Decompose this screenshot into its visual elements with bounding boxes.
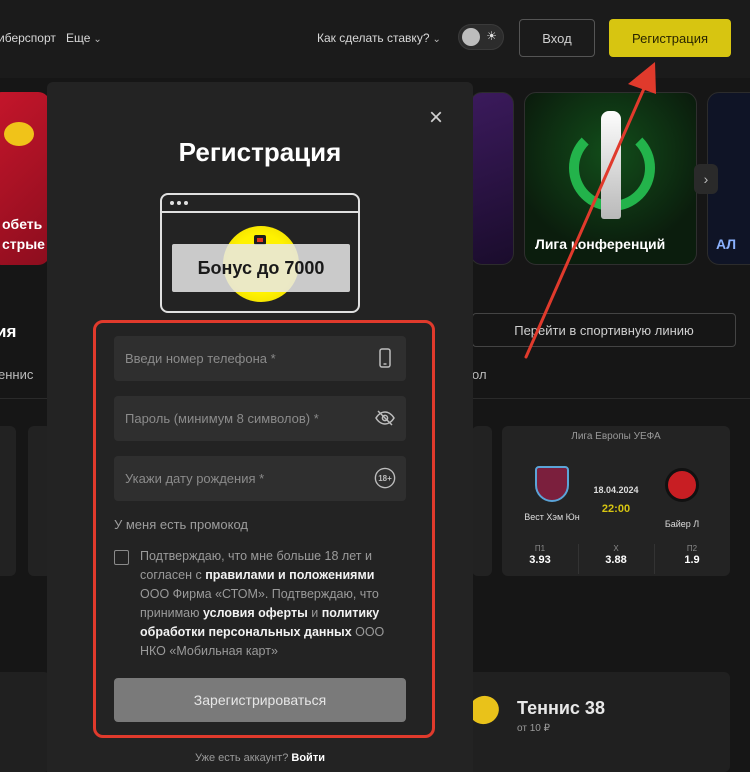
nav-how-to-bet[interactable]: Как сделать ставку? ⌄	[317, 31, 441, 45]
eye-off-icon[interactable]	[374, 407, 396, 429]
promo-red-text: обеть стрые	[2, 216, 45, 252]
match-date: 18.04.2024	[593, 485, 639, 495]
west-ham-crest-icon	[535, 466, 569, 502]
nav-how-to-bet-label: Как сделать ставку?	[317, 31, 430, 45]
sport-tab-tennis[interactable]: еннис	[0, 367, 33, 382]
nav-more-label: Еще	[66, 31, 91, 45]
sport-tab-football[interactable]: ол	[472, 367, 487, 382]
odds-value: 1.9	[684, 554, 700, 566]
sport-line-button[interactable]: Перейти в спортивную линию	[472, 313, 736, 347]
login-prompt: Уже есть аккаунт? Войти	[47, 752, 473, 764]
phone-input[interactable]	[114, 336, 364, 381]
sun-icon: ☀	[486, 29, 497, 43]
section-heading: ия	[0, 322, 17, 341]
offer-terms-link[interactable]: условия оферты	[203, 606, 308, 620]
theme-toggle[interactable]: ☀	[458, 24, 504, 50]
close-icon[interactable]: ×	[425, 106, 447, 130]
register-submit-button[interactable]: Зарегистрироваться	[114, 678, 406, 722]
promo-card-purple[interactable]	[470, 92, 514, 265]
bonus-illustration: Бонус до 7000	[160, 193, 360, 313]
promo-banner[interactable]	[0, 672, 50, 772]
odds-value: 3.88	[605, 554, 627, 566]
consent-part: и	[307, 606, 322, 620]
tennis-title: Теннис 38	[517, 698, 605, 718]
trophy-icon	[601, 111, 621, 219]
match-card[interactable]: Лига Европы УЕФА Вест Хэм Юн Байер Л 18.…	[502, 426, 730, 576]
match-time: 22:00	[601, 503, 631, 515]
odds-label: Х	[613, 544, 619, 553]
event-card[interactable]	[0, 426, 16, 576]
login-button[interactable]: Вход	[519, 19, 595, 57]
event-card[interactable]	[472, 426, 492, 576]
modal-title: Регистрация	[178, 137, 342, 167]
nav-esports[interactable]: иберспорт	[0, 31, 56, 45]
bayer-crest-icon	[665, 468, 699, 502]
phone-icon	[374, 347, 396, 369]
top-header: иберспорт Еще ⌄ Как сделать ставку? ⌄ ☀ Вх…	[0, 0, 750, 78]
chevron-down-icon: ⌄	[432, 34, 441, 45]
login-prompt-question: Уже есть аккаунт?	[195, 752, 289, 764]
rules-link[interactable]: правилами и положениями	[205, 568, 374, 582]
promo-card-red[interactable]: обеть стрые	[0, 92, 50, 265]
age-18-icon: 18+	[374, 467, 396, 489]
odds-value: 3.93	[529, 554, 551, 566]
team-away: Байер Л	[664, 519, 700, 529]
birthdate-input[interactable]	[114, 456, 364, 501]
bonus-text: Бонус до 7000	[172, 244, 350, 292]
ball-icon	[4, 122, 34, 146]
browser-dots-icon	[170, 201, 188, 205]
toggle-knob	[462, 28, 480, 46]
nav-more[interactable]: Еще ⌄	[66, 31, 102, 45]
match-league: Лига Европы УЕФА	[571, 431, 661, 442]
chevron-down-icon: ⌄	[93, 34, 102, 45]
promo-code-link[interactable]: У меня есть промокод	[114, 517, 248, 532]
phone-field[interactable]	[114, 336, 406, 381]
promo-conference-label: Лига конференций	[535, 236, 666, 252]
odds-x[interactable]: Х 3.88	[578, 544, 654, 566]
tennis-game-card[interactable]: Теннис 38 от 10 ₽	[455, 672, 730, 772]
odds-label: П2	[686, 544, 698, 553]
chevron-right-icon: ›	[703, 171, 709, 187]
odds-p1[interactable]: П1 3.93	[502, 544, 578, 566]
team-home: Вест Хэм Юн	[524, 512, 580, 522]
login-link[interactable]: Войти	[291, 752, 325, 764]
consent-checkbox[interactable]	[114, 550, 129, 565]
tennis-price: от 10 ₽	[517, 723, 550, 734]
consent-text: Подтверждаю, что мне больше 18 лет и сог…	[140, 547, 390, 661]
register-button[interactable]: Регистрация	[609, 19, 731, 57]
odds-p2[interactable]: П2 1.9	[654, 544, 730, 566]
promo-right-label: АЛ	[716, 236, 737, 252]
odds-label: П1	[534, 544, 546, 553]
browser-bar	[162, 211, 358, 213]
birthdate-field[interactable]: 18+	[114, 456, 406, 501]
promo-card-conference[interactable]: Лига конференций	[524, 92, 697, 265]
password-field[interactable]	[114, 396, 406, 441]
age-badge-text: 18+	[378, 473, 392, 483]
password-input[interactable]	[114, 396, 364, 441]
carousel-next-button[interactable]: ›	[694, 164, 718, 194]
